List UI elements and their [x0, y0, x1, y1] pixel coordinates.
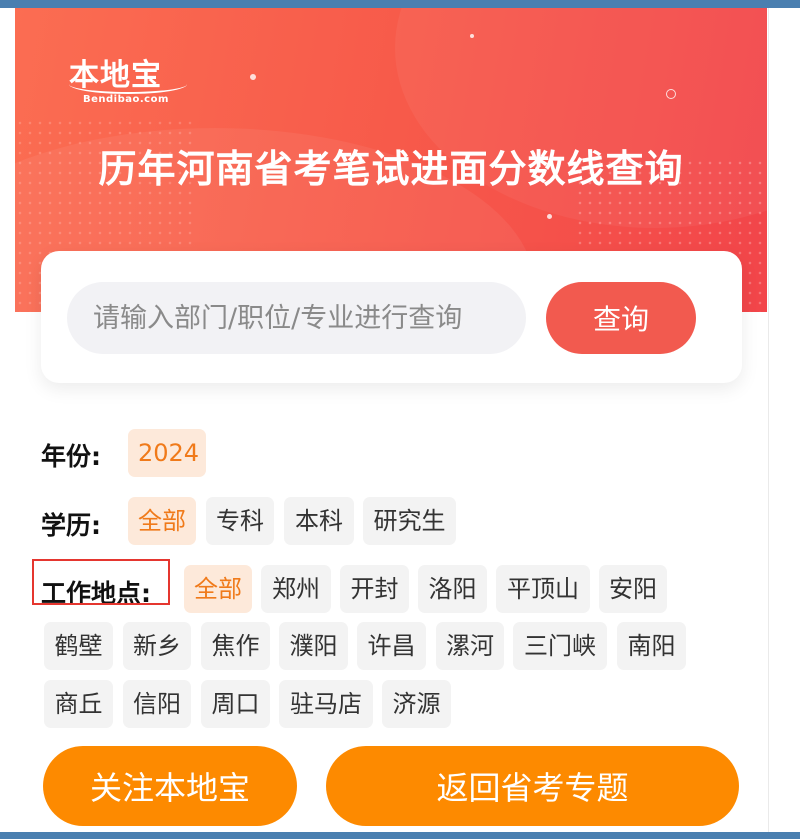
education-option[interactable]: 本科	[284, 497, 354, 545]
filter-label-year: 年份:	[41, 442, 101, 471]
filter-label-education: 学历:	[41, 511, 101, 540]
location-option[interactable]: 三门峡	[513, 622, 607, 670]
location-option[interactable]: 驻马店	[279, 680, 373, 728]
location-option[interactable]: 许昌	[357, 622, 426, 670]
follow-bendibao-button[interactable]: 关注本地宝	[43, 746, 297, 826]
location-option[interactable]: 商丘	[44, 680, 113, 728]
sparkle-icon	[250, 74, 256, 80]
location-option[interactable]: 洛阳	[418, 565, 487, 613]
education-option[interactable]: 研究生	[363, 497, 456, 545]
location-option[interactable]: 漯河	[436, 622, 504, 670]
logo-subtext: Bendibao.com	[83, 94, 169, 105]
location-option[interactable]: 平顶山	[496, 565, 590, 613]
location-option[interactable]: 南阳	[617, 622, 686, 670]
location-option[interactable]: 济源	[382, 680, 451, 728]
search-button[interactable]: 查询	[546, 282, 696, 354]
highlight-annotation-box	[32, 559, 170, 605]
bendibao-logo[interactable]: 本地宝 Bendibao.com	[69, 50, 199, 110]
browser-bottom-bar	[0, 832, 800, 839]
right-gutter	[768, 8, 800, 839]
search-input[interactable]	[67, 282, 526, 354]
location-option[interactable]: 濮阳	[279, 622, 348, 670]
year-option[interactable]: 2024	[128, 429, 206, 477]
location-option[interactable]: 焦作	[201, 622, 270, 670]
location-option[interactable]: 新乡	[123, 622, 191, 670]
location-option[interactable]: 周口	[201, 680, 270, 728]
location-option[interactable]: 开封	[340, 565, 409, 613]
location-option[interactable]: 安阳	[599, 565, 667, 613]
back-to-topic-button[interactable]: 返回省考专题	[326, 746, 739, 826]
browser-top-bar	[0, 0, 800, 8]
location-option[interactable]: 信阳	[123, 680, 191, 728]
ring-icon	[666, 89, 676, 99]
sparkle-icon	[547, 214, 552, 219]
location-option[interactable]: 郑州	[261, 565, 331, 613]
education-option[interactable]: 专科	[206, 497, 274, 545]
page-title: 历年河南省考笔试进面分数线查询	[98, 147, 684, 191]
location-option[interactable]: 鹤壁	[44, 622, 113, 670]
education-option[interactable]: 全部	[128, 497, 196, 545]
sparkle-icon	[470, 34, 474, 38]
location-option[interactable]: 全部	[184, 565, 252, 613]
search-card: 查询	[41, 251, 742, 383]
